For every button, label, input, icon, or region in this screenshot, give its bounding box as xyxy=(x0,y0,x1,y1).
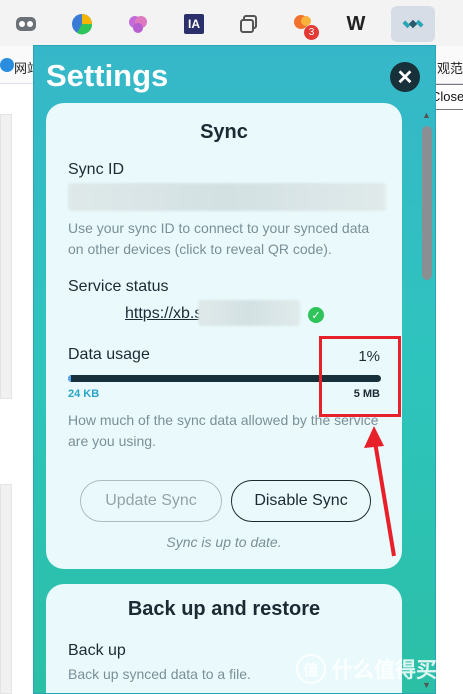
check-icon: ✓ xyxy=(308,307,324,323)
data-usage-min: 24 KB xyxy=(68,388,100,400)
background-card xyxy=(0,114,12,399)
internet-archive-icon: IA xyxy=(184,14,204,34)
popup-scrollbar[interactable]: ▲ ▼ xyxy=(419,110,435,694)
scrollbar-thumb[interactable] xyxy=(422,126,432,280)
close-button[interactable]: ✕ xyxy=(390,62,420,92)
watermark-text: 什么值得买 xyxy=(332,659,437,682)
copy-tabs-icon xyxy=(240,15,257,33)
watermark: 值 什么值得买 xyxy=(296,652,460,686)
bookmark-item-right[interactable]: 观范 xyxy=(437,58,463,77)
w-extension-button[interactable]: W xyxy=(340,8,372,40)
service-url-redacted xyxy=(198,300,300,326)
browser-toolbar: IA 3 W xyxy=(0,0,463,46)
toggle-icon xyxy=(16,17,36,31)
sync-id-value[interactable] xyxy=(68,183,386,211)
notification-extension-button[interactable]: 3 xyxy=(287,8,319,40)
service-status-label: Service status xyxy=(68,278,169,295)
sync-id-help: Use your sync ID to connect to your sync… xyxy=(68,220,370,257)
w-extension-icon: W xyxy=(346,12,366,35)
annotation-highlight-box xyxy=(319,336,401,417)
close-icon: ✕ xyxy=(396,66,414,89)
disable-sync-button[interactable]: Disable Sync xyxy=(231,480,371,522)
sync-id-label: Sync ID xyxy=(68,161,125,178)
scroll-up-icon[interactable]: ▲ xyxy=(422,110,431,120)
backup-title: Back up and restore xyxy=(127,598,321,620)
copy-tabs-button[interactable] xyxy=(233,8,265,40)
data-usage-bar-fill xyxy=(68,375,72,382)
sync-status-text: Sync is up to date. xyxy=(166,534,282,550)
brain-extension-button[interactable] xyxy=(122,8,154,40)
satellite-extension-button[interactable] xyxy=(391,6,435,42)
chart-pie-icon xyxy=(72,14,93,35)
sync-title: Sync xyxy=(200,121,248,143)
update-sync-button[interactable]: Update Sync xyxy=(80,480,222,522)
brain-icon xyxy=(129,16,147,33)
notification-badge: 3 xyxy=(304,25,319,40)
toggle-extension-button[interactable] xyxy=(10,8,42,40)
watermark-badge: 值 xyxy=(296,654,326,684)
background-card xyxy=(0,484,12,694)
internet-archive-button[interactable]: IA xyxy=(178,8,210,40)
service-url-link[interactable]: https://xb.s xyxy=(125,305,202,323)
chart-extension-button[interactable] xyxy=(66,8,98,40)
annotation-arrow xyxy=(364,426,396,557)
data-usage-label: Data usage xyxy=(68,346,150,363)
back-up-label: Back up xyxy=(68,642,126,659)
bookmark-globe-icon xyxy=(0,58,14,72)
satellite-icon xyxy=(402,19,424,29)
page-title: Settings xyxy=(46,58,169,93)
